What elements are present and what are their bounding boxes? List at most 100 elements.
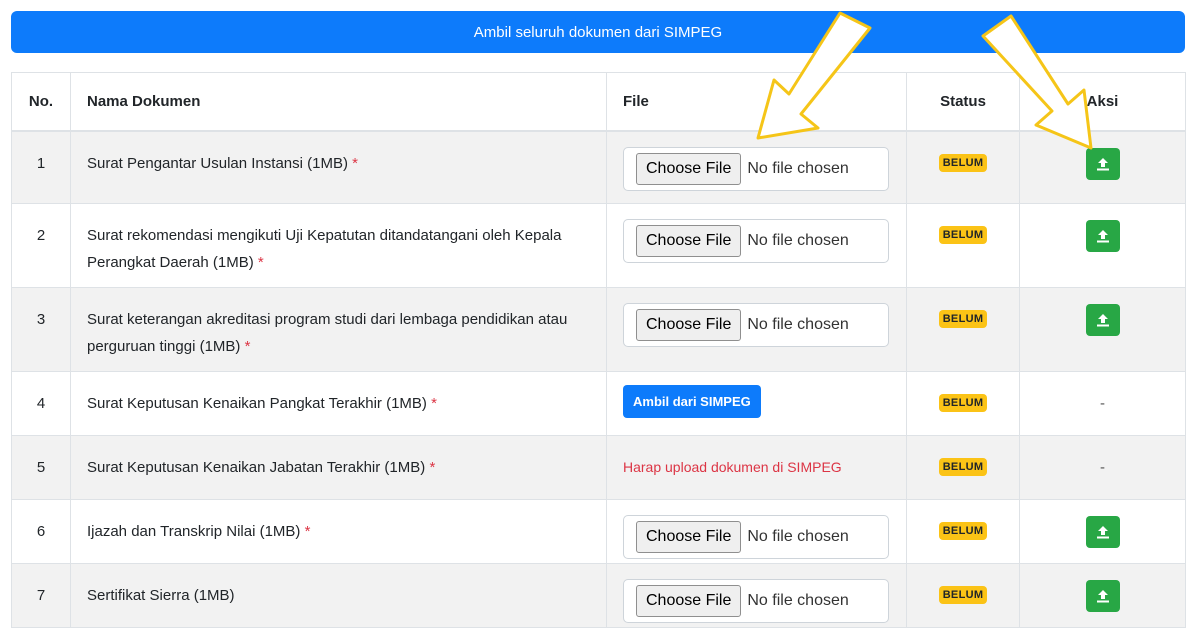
action-cell	[1019, 130, 1186, 204]
document-name: Surat Keputusan Kenaikan Pangkat Terakhi…	[87, 395, 427, 412]
document-name-cell: Surat Keputusan Kenaikan Pangkat Terakhi…	[70, 371, 607, 436]
file-cell: Harap upload dokumen di SIMPEG	[606, 435, 907, 500]
file-status-text: No file chosen	[747, 316, 849, 333]
required-marker: *	[244, 338, 251, 355]
upload-icon	[1096, 590, 1109, 603]
file-input[interactable]: Choose File No file chosen	[623, 303, 889, 347]
file-cell: Choose File No file chosen	[606, 203, 907, 288]
header-no: No.	[11, 72, 71, 132]
choose-file-button[interactable]: Choose File	[636, 521, 742, 553]
header-name: Nama Dokumen	[70, 72, 607, 132]
upload-icon	[1096, 230, 1109, 243]
file-input[interactable]: Choose File No file chosen	[623, 515, 889, 559]
upload-button[interactable]	[1085, 147, 1120, 180]
status-badge: BELUM	[938, 226, 988, 244]
file-cell: Choose File No file chosen	[606, 563, 907, 628]
upload-button[interactable]	[1085, 516, 1120, 548]
fetch-from-simpeg-button[interactable]: Ambil dari SIMPEG	[623, 385, 761, 418]
document-name-cell: Surat rekomendasi mengikuti Uji Kepatuta…	[70, 203, 607, 288]
upload-icon	[1096, 526, 1109, 539]
document-name-cell: Surat Pengantar Usulan Instansi (1MB) *	[70, 130, 607, 204]
upload-button[interactable]	[1085, 580, 1120, 612]
header-file: File	[606, 72, 907, 132]
file-status-text: No file chosen	[747, 159, 849, 177]
header-action: Aksi	[1019, 72, 1186, 132]
file-cell: Choose File No file chosen	[606, 130, 907, 204]
upload-icon	[1096, 157, 1109, 170]
document-name: Surat rekomendasi mengikuti Uji Kepatuta…	[87, 227, 562, 271]
row-number-cell: 3	[11, 287, 71, 372]
row-number-cell: 1	[11, 130, 71, 204]
choose-file-button[interactable]: Choose File	[636, 585, 742, 617]
file-cell: Ambil dari SIMPEG	[606, 371, 907, 436]
document-name-cell: Ijazah dan Transkrip Nilai (1MB) *	[70, 499, 607, 564]
row-number-cell: 4	[11, 371, 71, 436]
status-cell: BELUM	[906, 435, 1020, 500]
row-number: 4	[36, 395, 46, 412]
fetch-all-simpeg-button[interactable]: Ambil seluruh dokumen dari SIMPEG	[11, 11, 1185, 53]
upload-button[interactable]	[1085, 220, 1120, 252]
status-cell: BELUM	[906, 371, 1020, 436]
header-status: Status	[906, 72, 1020, 132]
status-badge: BELUM	[938, 394, 988, 412]
action-cell	[1019, 287, 1186, 372]
documents-table-wrapper: No. Nama Dokumen File Status Aksi 1 Sura…	[11, 72, 1186, 628]
row-number: 5	[36, 459, 46, 476]
document-name: Ijazah dan Transkrip Nilai (1MB)	[87, 523, 301, 540]
simpeg-warning-text: Harap upload dokumen di SIMPEG	[623, 459, 842, 475]
file-input[interactable]: Choose File No file chosen	[623, 146, 889, 191]
row-number: 1	[36, 154, 46, 172]
required-marker: *	[352, 154, 358, 172]
documents-table: No. Nama Dokumen File Status Aksi 1 Sura…	[11, 72, 1186, 628]
choose-file-button[interactable]: Choose File	[636, 225, 742, 257]
status-badge: BELUM	[938, 586, 988, 604]
required-marker: *	[429, 459, 436, 476]
file-input[interactable]: Choose File No file chosen	[623, 219, 889, 263]
action-cell: -	[1019, 371, 1186, 436]
row-number-cell: 7	[11, 563, 71, 628]
table-header-row: No. Nama Dokumen File Status Aksi	[11, 72, 1186, 132]
table-body: 1 Surat Pengantar Usulan Instansi (1MB) …	[11, 130, 1186, 628]
file-status-text: No file chosen	[747, 592, 849, 609]
choose-file-button[interactable]: Choose File	[636, 152, 742, 185]
status-badge: BELUM	[938, 458, 988, 476]
status-badge: BELUM	[938, 310, 988, 328]
document-name-cell: Surat Keputusan Kenaikan Jabatan Terakhi…	[70, 435, 607, 500]
table-row: 4 Surat Keputusan Kenaikan Pangkat Terak…	[11, 371, 1186, 436]
document-name: Surat Pengantar Usulan Instansi (1MB)	[87, 154, 348, 172]
document-name: Surat Keputusan Kenaikan Jabatan Terakhi…	[87, 459, 426, 476]
action-cell: -	[1019, 435, 1186, 500]
document-name: Surat keterangan akreditasi program stud…	[87, 311, 568, 355]
file-input[interactable]: Choose File No file chosen	[623, 579, 889, 623]
file-cell: Choose File No file chosen	[606, 499, 907, 564]
row-number: 2	[36, 227, 46, 244]
action-cell	[1019, 563, 1186, 628]
action-cell	[1019, 499, 1186, 564]
row-number-cell: 2	[11, 203, 71, 288]
file-cell: Choose File No file chosen	[606, 287, 907, 372]
row-number: 6	[36, 523, 46, 540]
no-action-text: -	[1100, 459, 1105, 476]
table-row: 7 Sertifikat Sierra (1MB) Choose File No…	[11, 563, 1186, 628]
status-cell: BELUM	[906, 203, 1020, 288]
document-name-cell: Sertifikat Sierra (1MB)	[70, 563, 607, 628]
status-cell: BELUM	[906, 130, 1020, 204]
choose-file-button[interactable]: Choose File	[636, 309, 742, 341]
table-row: 1 Surat Pengantar Usulan Instansi (1MB) …	[11, 130, 1186, 204]
row-number: 7	[36, 587, 46, 604]
status-cell: BELUM	[906, 499, 1020, 564]
upload-icon	[1096, 314, 1109, 327]
upload-button[interactable]	[1085, 304, 1120, 336]
status-badge: BELUM	[938, 153, 988, 172]
document-name-cell: Surat keterangan akreditasi program stud…	[70, 287, 607, 372]
action-cell	[1019, 203, 1186, 288]
row-number: 3	[36, 311, 46, 328]
status-badge: BELUM	[938, 522, 988, 540]
table-row: 2 Surat rekomendasi mengikuti Uji Kepatu…	[11, 203, 1186, 288]
required-marker: *	[431, 395, 437, 412]
required-marker: *	[304, 523, 311, 540]
table-row: 3 Surat keterangan akreditasi program st…	[11, 287, 1186, 372]
required-marker: *	[257, 254, 264, 271]
status-cell: BELUM	[906, 563, 1020, 628]
row-number-cell: 5	[11, 435, 71, 500]
